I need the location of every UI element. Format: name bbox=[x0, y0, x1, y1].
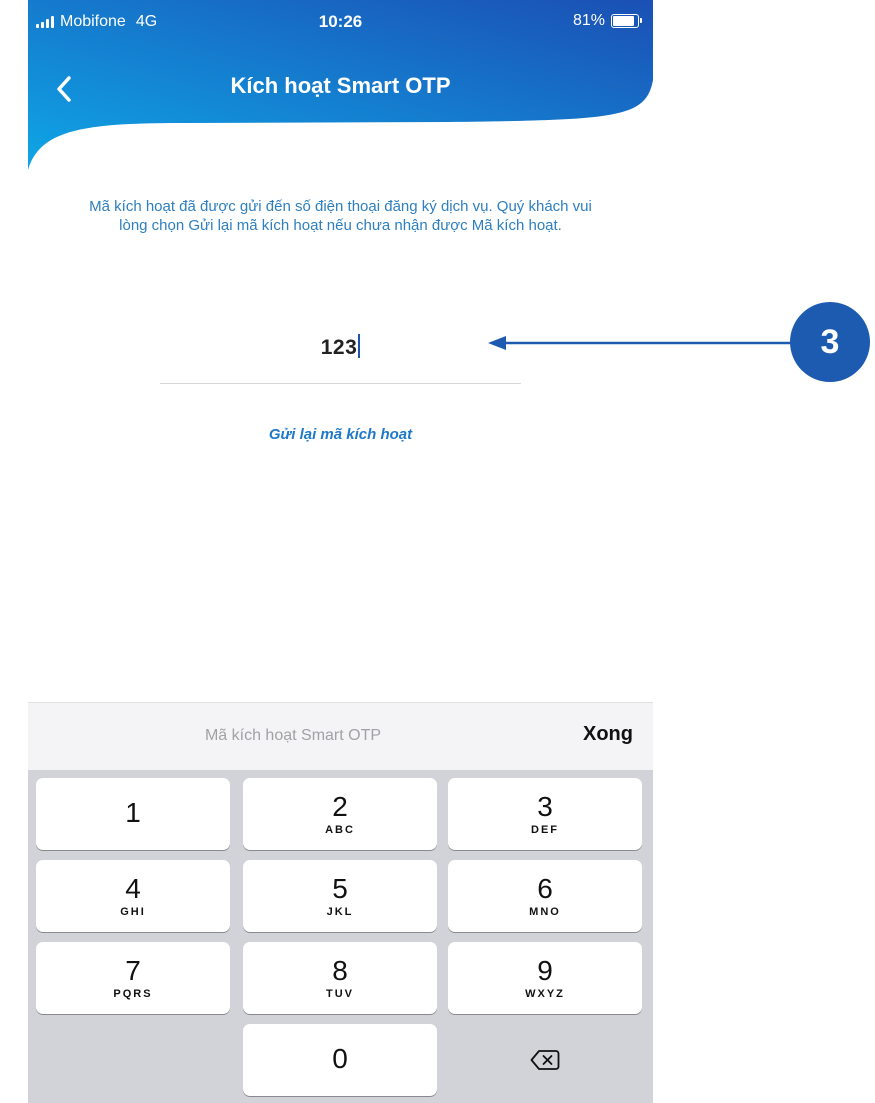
status-bar: Mobifone 4G 10:26 81% bbox=[28, 0, 653, 40]
backspace-icon bbox=[530, 1050, 560, 1070]
battery-icon bbox=[611, 14, 642, 28]
key-letters: DEF bbox=[531, 824, 559, 836]
key-2[interactable]: 2 ABC bbox=[243, 778, 437, 850]
key-number: 0 bbox=[332, 1043, 348, 1074]
key-number: 2 bbox=[332, 791, 348, 822]
status-time: 10:26 bbox=[318, 12, 363, 31]
key-letters: ABC bbox=[325, 824, 355, 836]
keyboard-toolbar: Mã kích hoạt Smart OTP Xong bbox=[28, 702, 653, 771]
key-number: 3 bbox=[537, 791, 553, 822]
key-letters: GHI bbox=[120, 906, 146, 918]
key-number: 8 bbox=[332, 955, 348, 986]
activation-code-value: 123 bbox=[320, 336, 358, 359]
key-letters: WXYZ bbox=[525, 988, 565, 1000]
key-4[interactable]: 4 GHI bbox=[36, 860, 230, 932]
annotation-arrow bbox=[488, 336, 794, 350]
key-7[interactable]: 7 PQRS bbox=[36, 942, 230, 1014]
instruction-message: Mã kích hoạt đã được gửi đến số điện tho… bbox=[89, 198, 592, 234]
key-number: 9 bbox=[537, 955, 553, 986]
battery-percent: 81% bbox=[572, 12, 605, 29]
done-button[interactable]: Xong bbox=[583, 723, 633, 746]
page-title: Kích hoạt Smart OTP bbox=[230, 73, 451, 98]
toolbar-field-hint: Mã kích hoạt Smart OTP bbox=[204, 727, 382, 744]
key-0[interactable]: 0 bbox=[243, 1024, 437, 1096]
header: Mobifone 4G 10:26 81% Kích hoạt Smart OT… bbox=[28, 0, 653, 170]
key-number: 7 bbox=[125, 955, 141, 986]
numeric-keypad: 1 2 ABC 3 DEF 4 GHI 5 JKL 6 MNO 7 PQRS 8… bbox=[28, 770, 653, 1103]
key-letters: PQRS bbox=[113, 988, 153, 1000]
resend-code-link[interactable]: Gửi lại mã kích hoạt bbox=[28, 426, 653, 443]
key-number: 4 bbox=[125, 873, 141, 904]
key-9[interactable]: 9 WXYZ bbox=[448, 942, 642, 1014]
key-blank bbox=[36, 1024, 230, 1096]
activation-code-input[interactable]: 123 bbox=[160, 325, 521, 384]
battery-status: 81% bbox=[572, 12, 642, 30]
key-8[interactable]: 8 TUV bbox=[243, 942, 437, 1014]
key-number: 1 bbox=[125, 797, 141, 828]
key-number: 5 bbox=[332, 873, 348, 904]
text-caret bbox=[358, 334, 361, 358]
delete-key[interactable] bbox=[448, 1024, 642, 1096]
key-letters: MNO bbox=[529, 906, 561, 918]
key-number: 6 bbox=[537, 873, 553, 904]
key-1[interactable]: 1 bbox=[36, 778, 230, 850]
key-letters: JKL bbox=[326, 906, 354, 918]
key-letters: TUV bbox=[326, 988, 354, 1000]
key-3[interactable]: 3 DEF bbox=[448, 778, 642, 850]
key-6[interactable]: 6 MNO bbox=[448, 860, 642, 932]
phone-screen: Mobifone 4G 10:26 81% Kích hoạt Smart OT… bbox=[28, 0, 653, 1103]
step-number-badge: 3 bbox=[790, 302, 870, 382]
key-5[interactable]: 5 JKL bbox=[243, 860, 437, 932]
